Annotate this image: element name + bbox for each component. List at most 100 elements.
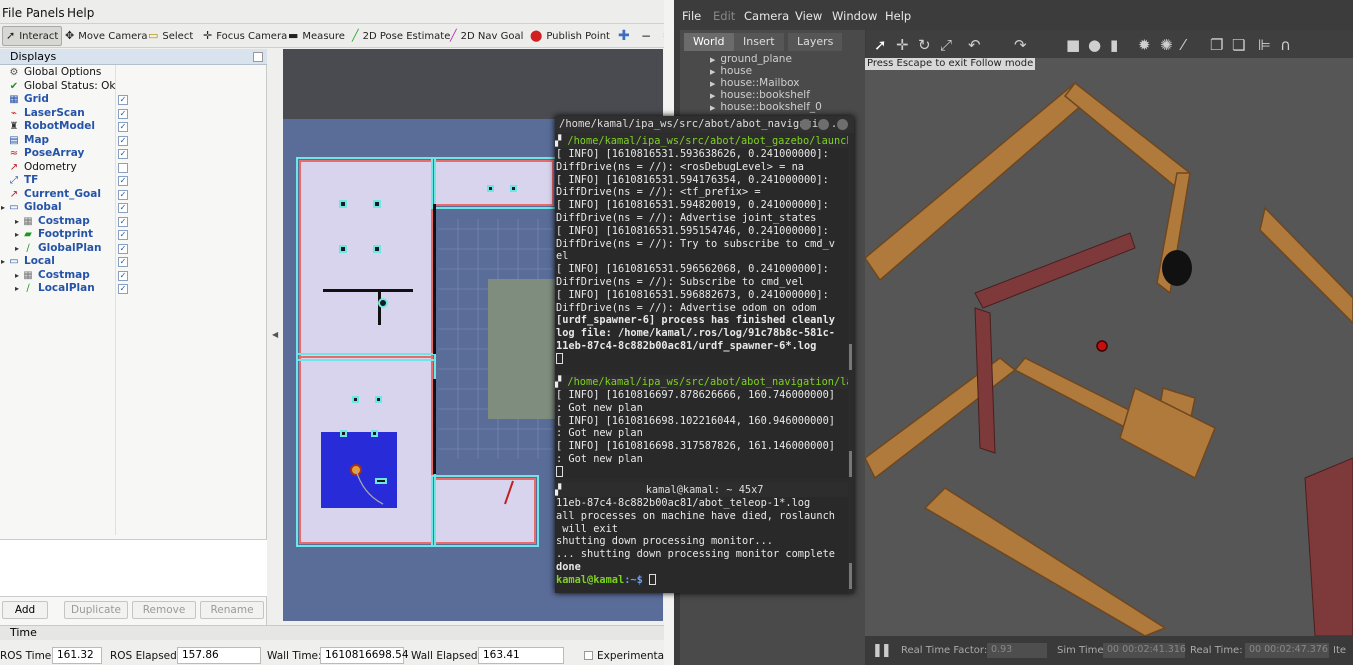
scrollbar[interactable]	[849, 563, 852, 589]
gz-menu-edit[interactable]: Edit	[713, 9, 735, 23]
display-item-global-status-ok[interactable]: ✔ Global Status: Ok	[0, 80, 267, 94]
gazebo-3d-scene[interactable]	[865, 58, 1353, 636]
display-item-global-options[interactable]: ⚙ Global Options	[0, 66, 267, 80]
model-bookshelf[interactable]: ▶ house::bookshelf	[710, 89, 810, 101]
expand-arrow-icon[interactable]: ▸	[15, 242, 19, 256]
collapse-handle-icon[interactable]: ◀	[272, 330, 278, 339]
display-checkbox[interactable]: ✓	[118, 189, 128, 200]
scrollbar[interactable]	[849, 344, 852, 370]
display-item-laserscan[interactable]: ⌁ LaserScan ✓	[0, 107, 267, 121]
publish-point-tool[interactable]: ⬤ Publish Point	[527, 26, 613, 46]
interact-tool[interactable]: ➚ Interact	[2, 26, 63, 46]
gz-menu-help[interactable]: Help	[885, 9, 911, 23]
display-item-posearray[interactable]: ≈ PoseArray ✓	[0, 147, 267, 161]
display-item-robotmodel[interactable]: ♜ RobotModel ✓	[0, 120, 267, 134]
expand-arrow-icon[interactable]: ▸	[1, 201, 5, 215]
remove-button[interactable]: Remove	[132, 601, 196, 619]
box-shape-icon[interactable]: ■	[1066, 36, 1080, 54]
display-item-costmap[interactable]: ▸ ▦ Costmap ✓	[0, 269, 267, 283]
menu-panels[interactable]: Panels	[26, 6, 65, 20]
model-house[interactable]: ▶ house	[710, 65, 752, 77]
display-checkbox[interactable]: ✓	[118, 216, 128, 227]
point-light-icon[interactable]: ✹	[1138, 36, 1151, 54]
expand-arrow-icon[interactable]: ▸	[15, 269, 19, 283]
gz-menu-camera[interactable]: Camera	[744, 9, 789, 23]
tab-insert[interactable]: Insert	[734, 33, 784, 51]
display-checkbox[interactable]: ✓	[118, 176, 128, 186]
experimental-checkbox[interactable]	[584, 651, 593, 660]
display-item-odometry[interactable]: ↗ Odometry	[0, 161, 267, 175]
snap-icon[interactable]: ∩	[1280, 36, 1291, 54]
add-button[interactable]: Add	[2, 601, 48, 619]
align-icon[interactable]: ⊫	[1258, 36, 1271, 54]
gz-menu-file[interactable]: File	[682, 9, 701, 23]
add-tool-button[interactable]: ✚	[615, 26, 633, 46]
gz-menu-view[interactable]: View	[795, 9, 822, 23]
menu-help[interactable]: Help	[67, 6, 94, 20]
close-icon[interactable]	[837, 119, 848, 130]
rename-button[interactable]: Rename	[200, 601, 264, 619]
model-ground-plane[interactable]: ▶ ground_plane	[710, 53, 792, 65]
tab-layers[interactable]: Layers	[788, 33, 843, 51]
display-checkbox[interactable]: ✓	[118, 135, 128, 146]
pose-estimate-tool[interactable]: ╱ 2D Pose Estimate	[349, 26, 453, 46]
display-item-local[interactable]: ▸ ▭ Local ✓	[0, 255, 267, 269]
display-item-localplan[interactable]: ▸ ∕ LocalPlan ✓	[0, 282, 267, 296]
display-checkbox[interactable]: ✓	[118, 243, 128, 254]
ros-time-field[interactable]: 161.32	[52, 647, 102, 664]
display-item-global[interactable]: ▸ ▭ Global ✓	[0, 201, 267, 215]
focus-camera-tool[interactable]: ✛ Focus Camera	[200, 26, 290, 46]
display-checkbox[interactable]: ✓	[118, 95, 128, 105]
maximize-icon[interactable]	[818, 119, 829, 130]
display-checkbox[interactable]: ✓	[118, 203, 128, 213]
display-item-costmap[interactable]: ▸ ▦ Costmap ✓	[0, 215, 267, 229]
menu-file[interactable]: File	[2, 6, 22, 20]
select-mode-icon[interactable]: ➚	[874, 36, 887, 54]
sphere-shape-icon[interactable]: ●	[1088, 36, 1101, 54]
display-item-globalplan[interactable]: ▸ ∕ GlobalPlan ✓	[0, 242, 267, 256]
expand-arrow-icon[interactable]: ▸	[1, 255, 5, 269]
terminal-pane-gazebo[interactable]: ▞ /home/kamal/ipa_ws/src/abot/abot_gazeb…	[555, 134, 848, 384]
display-item-tf[interactable]: ⤢ TF ✓	[0, 174, 267, 188]
tab-world[interactable]: World	[684, 33, 734, 51]
scale-icon[interactable]: ⤢	[940, 36, 952, 54]
display-item-current-goal[interactable]: ↗ Current_Goal ✓	[0, 188, 267, 202]
wall-elapsed-field[interactable]: 163.41	[478, 647, 564, 664]
wall-time-field[interactable]: 1610816698.54	[320, 647, 409, 664]
display-checkbox[interactable]: ✓	[118, 270, 128, 281]
expand-arrow-icon[interactable]: ▸	[15, 215, 19, 229]
panel-close-icon[interactable]	[253, 52, 263, 62]
translate-icon[interactable]: ✛	[896, 36, 909, 54]
cylinder-shape-icon[interactable]: ▮	[1110, 36, 1118, 54]
terminal-pane-navigation[interactable]: ▞ /home/kamal/ipa_ws/src/abot/abot_navig…	[555, 375, 848, 479]
display-checkbox[interactable]: ✓	[118, 149, 128, 159]
paste-icon[interactable]: ❏	[1232, 36, 1245, 54]
expand-arrow-icon[interactable]: ▸	[15, 228, 19, 242]
model-bookshelf-0[interactable]: ▶ house::bookshelf_0	[710, 101, 822, 113]
display-checkbox[interactable]: ✓	[118, 284, 128, 294]
display-checkbox[interactable]	[118, 162, 128, 173]
model-mailbox[interactable]: ▶ house::Mailbox	[710, 77, 799, 89]
remove-tool-button[interactable]: −	[638, 26, 654, 46]
rotate-icon[interactable]: ↻	[918, 36, 931, 54]
measure-tool[interactable]: ▬ Measure	[285, 26, 348, 46]
directional-light-icon[interactable]: ⁄	[1182, 36, 1185, 54]
display-item-footprint[interactable]: ▸ ▰ Footprint ✓	[0, 228, 267, 242]
duplicate-button[interactable]: Duplicate	[64, 601, 128, 619]
display-checkbox[interactable]: ✓	[118, 230, 128, 240]
display-checkbox[interactable]: ✓	[118, 122, 128, 132]
move-camera-tool[interactable]: ✥ Move Camera	[62, 26, 150, 46]
nav-goal-tool[interactable]: ╱ 2D Nav Goal	[447, 26, 526, 46]
select-tool[interactable]: ▭ Select	[145, 26, 196, 46]
display-checkbox[interactable]: ✓	[118, 108, 128, 119]
spot-light-icon[interactable]: ✺	[1160, 36, 1173, 54]
undo-icon[interactable]: ↶	[968, 36, 981, 54]
terminal-pane-shell[interactable]: ▞ kamal@kamal: ~ 45x7 11eb-87c4-8c882b00a…	[555, 483, 848, 593]
expand-arrow-icon[interactable]: ▸	[15, 282, 19, 296]
ros-elapsed-field[interactable]: 157.86	[177, 647, 261, 664]
redo-icon[interactable]: ↷	[1014, 36, 1027, 54]
terminal-window[interactable]: /home/kamal/ipa_ws/src/abot/abot_navigat…	[555, 116, 854, 593]
display-checkbox[interactable]: ✓	[118, 257, 128, 267]
gz-menu-window[interactable]: Window	[832, 9, 877, 23]
pause-icon[interactable]: ❚❚	[872, 643, 892, 658]
